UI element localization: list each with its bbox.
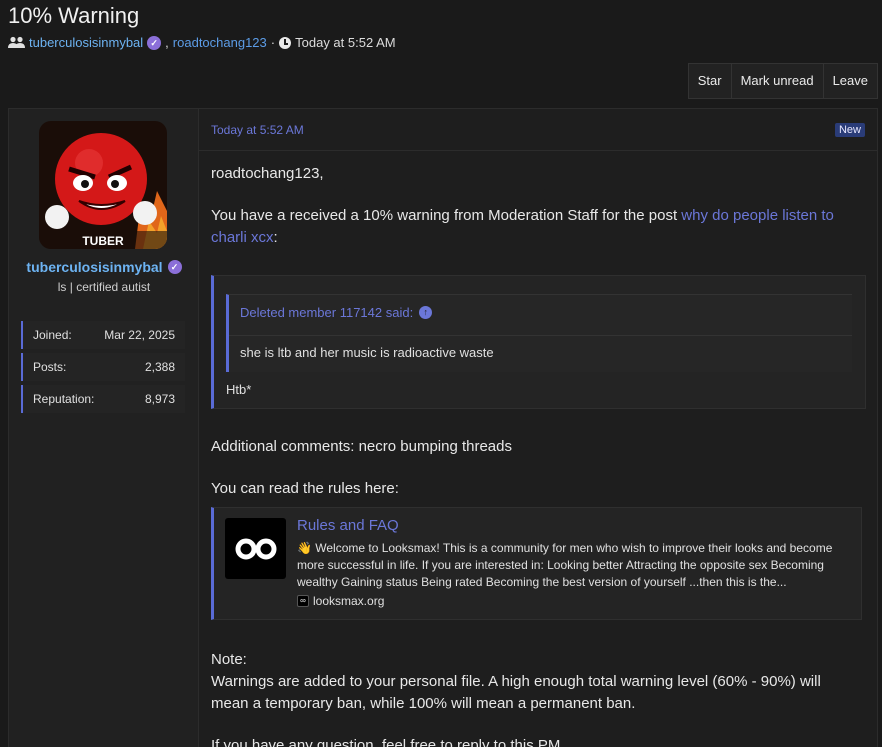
stat-value: 2,388 <box>144 360 175 374</box>
greeting: roadtochang123, <box>211 165 324 182</box>
clock-icon <box>279 36 292 49</box>
embed-title[interactable]: Rules and FAQ <box>297 517 399 534</box>
thread-meta: tuberculosisinmybal ✓ , roadtochang123 ·… <box>8 35 396 50</box>
meta-dot: · <box>270 35 276 50</box>
author-panel: TUBER tuberculosisinmybal ✓ ls | certifi… <box>9 109 199 747</box>
new-badge: New <box>834 123 865 137</box>
avatar-caption: TUBER <box>82 234 124 248</box>
thread-time[interactable]: Today at 5:52 AM <box>295 35 395 50</box>
note-text: Warnings are added to your personal file… <box>211 673 821 712</box>
inner-quote: Deleted member 117142 said: ↑ she is ltb… <box>226 294 852 372</box>
participants-icon <box>8 36 25 48</box>
message-header: Today at 5:52 AM New <box>199 109 877 151</box>
closing-text: If you have any question, feel free to r… <box>211 737 561 747</box>
author-name[interactable]: tuberculosisinmybal <box>26 259 162 275</box>
warning-text: You have a received a 10% warning from M… <box>211 207 678 224</box>
verified-icon: ✓ <box>147 35 162 50</box>
link-embed[interactable]: Rules and FAQ 👋 Welcome to Looksmax! Thi… <box>211 507 862 620</box>
author-name-row: tuberculosisinmybal ✓ <box>9 259 199 275</box>
leave-button[interactable]: Leave <box>822 64 877 98</box>
message-post: TUBER tuberculosisinmybal ✓ ls | certifi… <box>8 108 878 747</box>
embed-domain-text: looksmax.org <box>313 594 385 608</box>
thread-title: 10% Warning <box>8 3 140 28</box>
author-stats: Joined: Mar 22, 2025 Posts: 2,388 Reputa… <box>21 321 185 417</box>
additional-comments: Additional comments: necro bumping threa… <box>211 438 512 455</box>
arrow-up-icon[interactable]: ↑ <box>419 306 433 319</box>
quote-author[interactable]: Deleted member 117142 said: ↑ <box>240 305 433 320</box>
stat-value: Mar 22, 2025 <box>104 328 175 342</box>
site-favicon-icon: ∞ <box>297 595 309 607</box>
note-label: Note: <box>211 651 247 668</box>
participant-separator: , <box>165 35 169 50</box>
stat-label: Posts: <box>33 360 67 374</box>
quote-text: she is ltb and her music is radioactive … <box>240 345 494 360</box>
stat-label: Reputation: <box>33 392 95 406</box>
stat-posts: Posts: 2,388 <box>21 353 185 381</box>
message-date[interactable]: Today at 5:52 AM <box>211 123 304 137</box>
quote-divider <box>229 335 852 336</box>
stat-label: Joined: <box>33 328 72 342</box>
verified-icon: ✓ <box>167 260 182 274</box>
looksmax-logo-icon <box>225 518 286 579</box>
warning-colon: : <box>273 229 278 246</box>
participant-link-1[interactable]: tuberculosisinmybal <box>29 35 143 50</box>
embed-domain: ∞ looksmax.org <box>297 594 384 608</box>
stat-reputation: Reputation: 8,973 <box>21 385 185 413</box>
stat-joined: Joined: Mar 22, 2025 <box>21 321 185 349</box>
participant-link-2[interactable]: roadtochang123 <box>173 35 267 50</box>
quote-block: Deleted member 117142 said: ↑ she is ltb… <box>211 275 866 409</box>
embed-description: 👋 Welcome to Looksmax! This is a communi… <box>297 541 833 589</box>
rules-intro: You can read the rules here: <box>211 480 399 497</box>
mark-unread-button[interactable]: Mark unread <box>730 64 823 98</box>
quote-extra-text: Htb* <box>226 382 252 397</box>
stat-value: 8,973 <box>144 392 175 406</box>
author-title: ls | certified autist <box>57 280 151 294</box>
thread-actions: Star Mark unread Leave <box>687 63 878 99</box>
warning-paragraph: You have a received a 10% warning from M… <box>211 205 861 249</box>
message-content: Today at 5:52 AM New roadtochang123, You… <box>199 109 877 747</box>
star-button[interactable]: Star <box>689 64 731 98</box>
avatar[interactable]: TUBER <box>39 121 167 249</box>
quote-author-label: Deleted member 117142 said: <box>240 305 414 320</box>
